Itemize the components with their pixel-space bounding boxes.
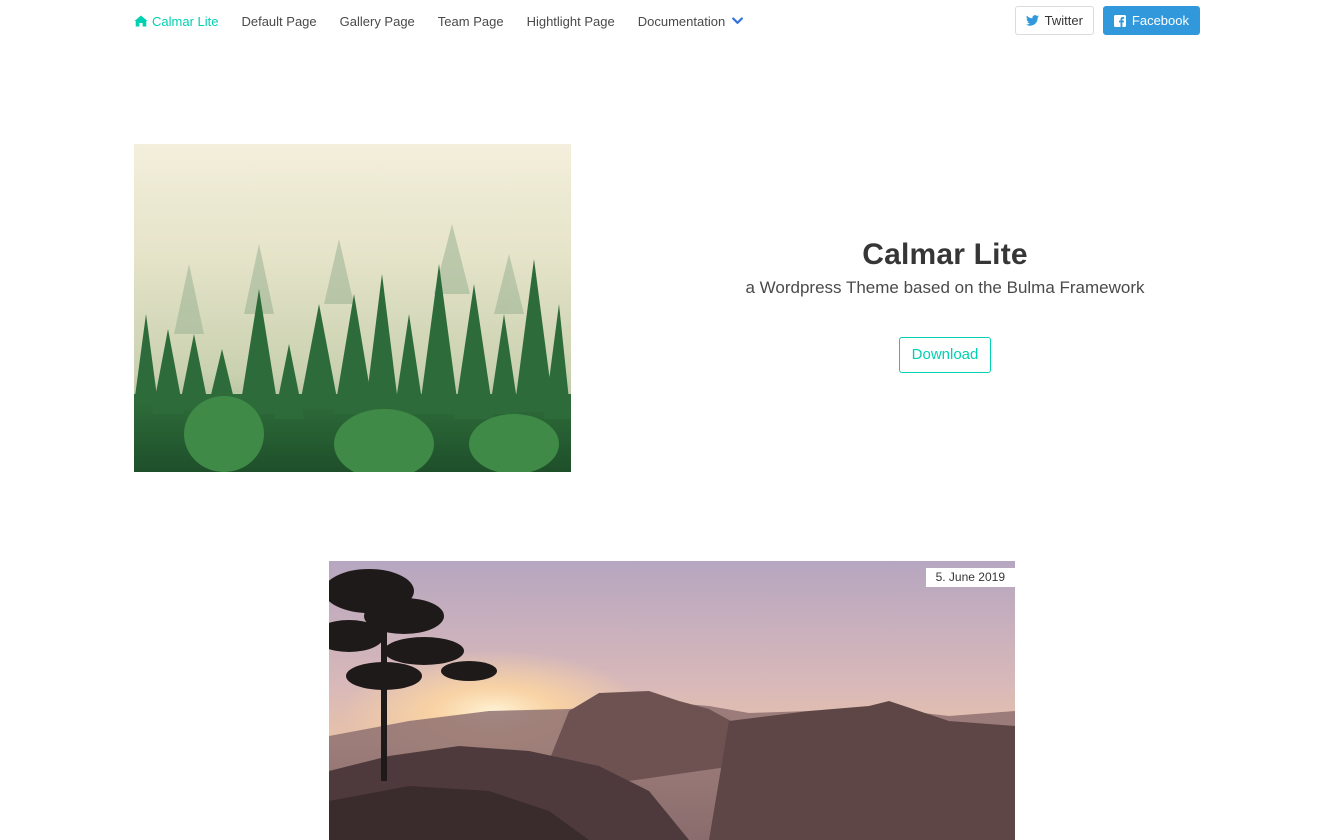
nav-item-label: Documentation: [637, 13, 726, 29]
twitter-label: Twitter: [1044, 13, 1083, 28]
nav-item-gallery-page[interactable]: Gallery Page: [340, 14, 415, 29]
nav-item-default-page[interactable]: Default Page: [241, 14, 316, 29]
navbar: Calmar Lite Default Page Gallery Page Te…: [0, 0, 1344, 42]
facebook-label: Facebook: [1131, 13, 1189, 28]
nav-item-highlight-page[interactable]: Hightlight Page: [527, 14, 615, 29]
nav-item-team-page[interactable]: Team Page: [438, 14, 504, 29]
nav-item-label: Gallery Page: [339, 13, 415, 29]
facebook-icon: [1113, 14, 1126, 27]
twitter-icon: [1025, 15, 1039, 26]
download-button[interactable]: Download: [898, 337, 992, 373]
nav-item-documentation-dropdown[interactable]: Documentation: [637, 13, 744, 29]
home-icon: [134, 15, 148, 27]
post-sunset-image: [329, 561, 1015, 840]
nav-item-label: Default Page: [241, 13, 317, 29]
facebook-button[interactable]: Facebook: [1102, 6, 1200, 35]
post-date-badge: 5. June 2019: [925, 568, 1015, 587]
nav-menu: Calmar Lite Default Page Gallery Page Te…: [134, 0, 766, 42]
nav-item-label: Team Page: [437, 13, 504, 29]
hero-text: Calmar Lite a Wordpress Theme based on t…: [700, 238, 1190, 373]
nav-brand-label: Calmar Lite: [152, 13, 219, 29]
hero-forest-image: [134, 144, 571, 472]
hero-title: Calmar Lite: [862, 238, 1028, 271]
hero-subtitle: a Wordpress Theme based on the Bulma Fra…: [745, 278, 1145, 297]
nav-brand-link[interactable]: Calmar Lite: [134, 14, 218, 29]
twitter-button[interactable]: Twitter: [1014, 6, 1094, 35]
nav-item-label: Hightlight Page: [526, 13, 615, 29]
chevron-down-icon: [732, 17, 744, 25]
post-card[interactable]: 5. June 2019: [329, 561, 1015, 840]
social-buttons: Twitter Facebook: [1014, 6, 1200, 35]
